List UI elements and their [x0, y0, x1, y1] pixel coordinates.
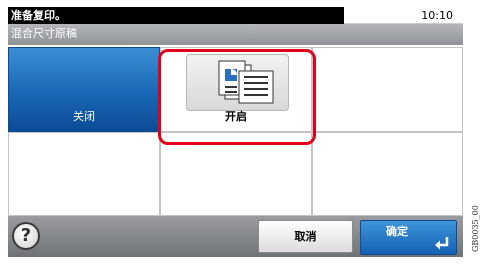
empty-cell [312, 132, 463, 216]
help-button[interactable]: ? [12, 222, 40, 250]
cancel-button[interactable]: 取消 [258, 220, 353, 253]
status-time: 10:10 [421, 9, 453, 22]
option-off-button[interactable]: 关闭 [8, 47, 160, 132]
help-icon: ? [20, 225, 32, 246]
status-clock-area: 10:10 [344, 7, 463, 24]
ok-button[interactable]: 确定 [360, 220, 457, 255]
enter-icon [435, 237, 449, 250]
empty-cell [8, 132, 160, 216]
status-bar: 准备复印。 10:10 [8, 7, 463, 24]
bottom-bar: ? 取消 确定 [8, 216, 463, 257]
touch-panel-screen: 准备复印。 10:10 混合尺寸原稿 关闭 开启 ? 取消 确定 [8, 7, 463, 257]
ok-button-label: 确定 [386, 225, 408, 238]
title-bar: 混合尺寸原稿 [8, 24, 463, 45]
status-message: 准备复印。 [11, 9, 66, 22]
page-title: 混合尺寸原稿 [11, 27, 77, 40]
option-off-label: 关闭 [73, 110, 95, 123]
selection-highlight-frame [158, 49, 316, 145]
figure-code: GB0035_00 [471, 205, 480, 252]
empty-cell [312, 47, 463, 132]
